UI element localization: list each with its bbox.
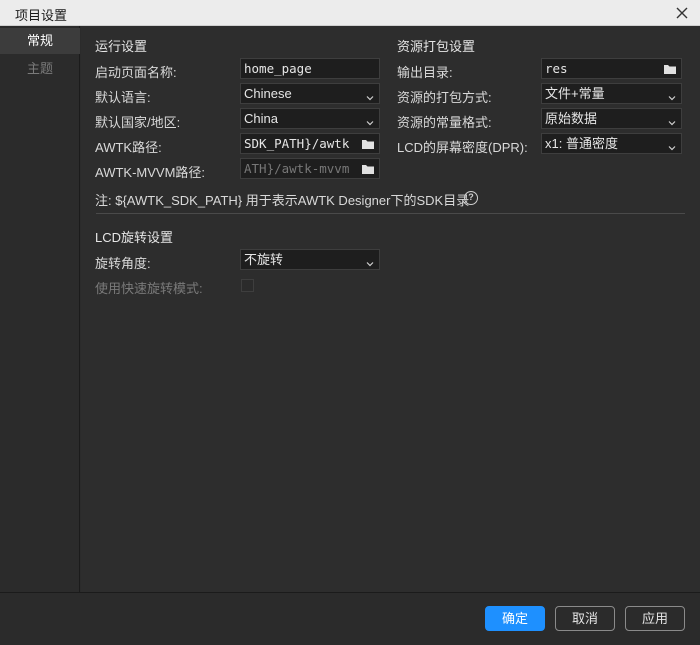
const-format-label: 资源的常量格式: — [397, 115, 492, 130]
sdk-path-note: 注: ${AWTK_SDK_PATH} 用于表示AWTK Designer下的S… — [95, 193, 470, 208]
title-bar: 项目设置 — [0, 0, 700, 26]
mvvm-path-label: AWTK-MVVM路径: — [95, 165, 206, 180]
pack-mode-label: 资源的打包方式: — [397, 90, 492, 105]
mvvm-path-input[interactable]: ATH}/awtk-mvvm — [240, 158, 380, 179]
chevron-down-icon — [667, 89, 677, 101]
awtk-path-label: AWTK路径: — [95, 140, 162, 155]
mvvm-path-value: ATH}/awtk-mvvm — [244, 161, 350, 176]
const-format-value: 原始数据 — [545, 111, 598, 126]
dpr-label: LCD的屏幕密度(DPR): — [397, 140, 528, 155]
sidebar: 常规 主题 — [0, 26, 80, 592]
language-label: 默认语言: — [95, 90, 151, 105]
fast-rotation-label: 使用快速旋转模式: — [95, 281, 203, 296]
pack-mode-select[interactable]: 文件+常量 — [541, 83, 682, 104]
awtk-path-input[interactable]: SDK_PATH}/awtk — [240, 133, 380, 154]
start-page-input[interactable]: home_page — [240, 58, 380, 79]
tab-theme[interactable]: 主题 — [0, 56, 80, 82]
chevron-down-icon — [667, 114, 677, 126]
run-settings-title: 运行设置 — [95, 39, 148, 54]
const-format-select[interactable]: 原始数据 — [541, 108, 682, 129]
rotation-label: 旋转角度: — [95, 256, 151, 271]
section-divider — [96, 213, 685, 214]
language-value: Chinese — [244, 86, 292, 101]
chevron-down-icon — [667, 139, 677, 151]
awtk-path-value: SDK_PATH}/awtk — [244, 136, 350, 151]
language-select[interactable]: Chinese — [240, 83, 380, 104]
cancel-button[interactable]: 取消 — [555, 606, 615, 631]
start-page-label: 启动页面名称: — [95, 65, 177, 80]
ok-button[interactable]: 确定 — [485, 606, 545, 631]
folder-icon[interactable] — [359, 160, 377, 178]
general-settings-panel: 运行设置 启动页面名称: home_page 默认语言: Chinese 默认国… — [81, 26, 700, 592]
output-dir-value: res — [545, 61, 568, 76]
resource-settings-title: 资源打包设置 — [397, 39, 476, 54]
pack-mode-value: 文件+常量 — [545, 86, 605, 101]
dpr-value: x1: 普通密度 — [545, 136, 618, 151]
country-label: 默认国家/地区: — [95, 115, 181, 130]
folder-icon[interactable] — [359, 135, 377, 153]
folder-icon[interactable] — [661, 60, 679, 78]
dialog-footer: 确定 取消 应用 — [0, 592, 700, 645]
help-icon[interactable]: ? — [464, 191, 478, 205]
country-select[interactable]: China — [240, 108, 380, 129]
chevron-down-icon — [365, 255, 375, 267]
country-value: China — [244, 111, 278, 126]
output-dir-label: 输出目录: — [397, 65, 453, 80]
tab-general[interactable]: 常规 — [0, 28, 80, 54]
output-dir-input[interactable]: res — [541, 58, 682, 79]
close-icon[interactable] — [672, 3, 692, 23]
start-page-value: home_page — [244, 61, 312, 76]
chevron-down-icon — [365, 114, 375, 126]
window-title: 项目设置 — [15, 8, 68, 23]
rotation-value: 不旋转 — [244, 252, 284, 267]
dialog-body: 常规 主题 运行设置 启动页面名称: home_page 默认语言: Chine… — [0, 26, 700, 645]
rotation-select[interactable]: 不旋转 — [240, 249, 380, 270]
lcd-rotation-title: LCD旋转设置 — [95, 230, 174, 245]
dpr-select[interactable]: x1: 普通密度 — [541, 133, 682, 154]
chevron-down-icon — [365, 89, 375, 101]
apply-button[interactable]: 应用 — [625, 606, 685, 631]
fast-rotation-checkbox[interactable] — [241, 279, 254, 292]
